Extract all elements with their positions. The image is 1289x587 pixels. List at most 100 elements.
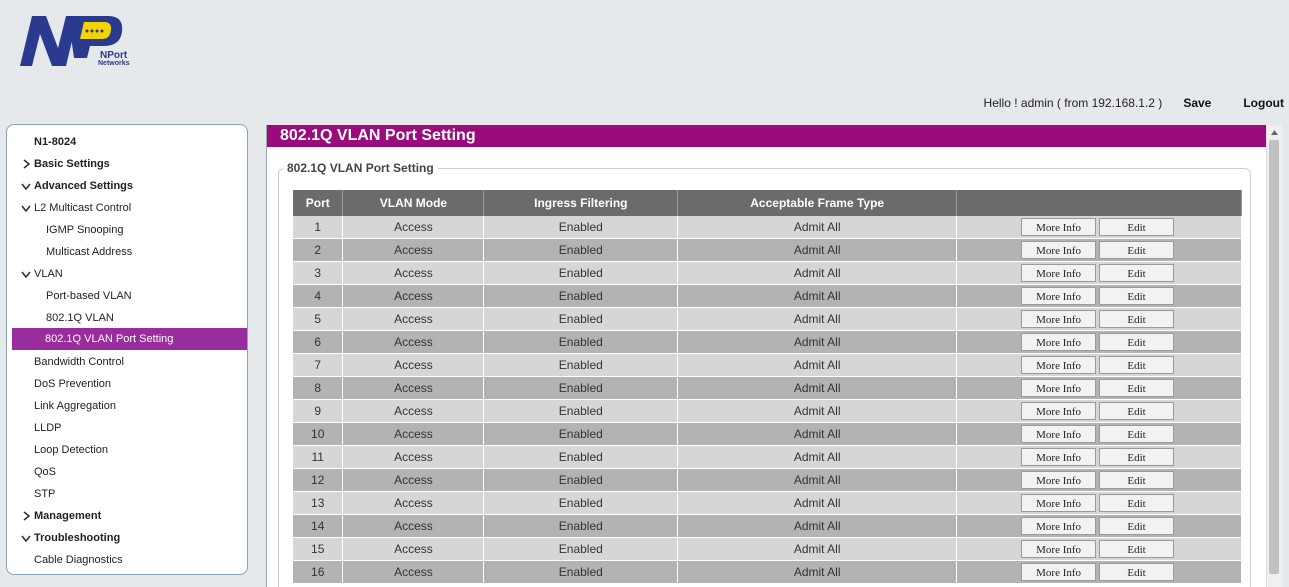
- sidebar-item-advanced-settings[interactable]: Advanced Settings: [12, 175, 247, 197]
- cell-acceptable-frame-type: Admit All: [677, 216, 958, 239]
- page-title: 802.1Q VLAN Port Setting: [267, 125, 1266, 147]
- more-info-button[interactable]: More Info: [1021, 310, 1097, 328]
- sidebar-item-management[interactable]: Management: [12, 505, 247, 527]
- edit-button[interactable]: Edit: [1099, 563, 1175, 581]
- more-info-button[interactable]: More Info: [1021, 402, 1097, 420]
- more-info-button[interactable]: More Info: [1021, 218, 1097, 236]
- col-header-port: Port: [293, 190, 344, 216]
- scroll-thumb[interactable]: [1269, 140, 1279, 574]
- edit-button[interactable]: Edit: [1099, 241, 1175, 259]
- cell-ingress-filtering: Enabled: [483, 537, 679, 561]
- sidebar-item-l2-multicast-control[interactable]: L2 Multicast Control: [12, 197, 247, 219]
- more-info-button[interactable]: More Info: [1021, 287, 1097, 305]
- vertical-scrollbar[interactable]: [1266, 125, 1282, 587]
- main-panel: 802.1Q VLAN Port Setting 802.1Q VLAN Por…: [266, 125, 1282, 587]
- more-info-button[interactable]: More Info: [1021, 448, 1097, 466]
- sidebar-item-igmp-snooping[interactable]: IGMP Snooping: [12, 219, 247, 241]
- sidebar-item-basic-settings[interactable]: Basic Settings: [12, 153, 247, 175]
- cell-ingress-filtering: Enabled: [483, 376, 679, 400]
- edit-button[interactable]: Edit: [1099, 264, 1175, 282]
- table-row: 6 Access Enabled Admit All More Info Edit: [293, 330, 1242, 354]
- edit-button[interactable]: Edit: [1099, 218, 1175, 236]
- sidebar-item-lldp[interactable]: LLDP: [12, 417, 247, 439]
- edit-button[interactable]: Edit: [1099, 540, 1175, 558]
- more-info-button[interactable]: More Info: [1021, 517, 1097, 535]
- edit-button[interactable]: Edit: [1099, 379, 1175, 397]
- more-info-button[interactable]: More Info: [1021, 356, 1097, 374]
- cell-vlan-mode: Access: [342, 422, 485, 446]
- edit-button[interactable]: Edit: [1099, 356, 1175, 374]
- cell-vlan-mode: Access: [342, 376, 485, 400]
- sidebar-item-troubleshooting[interactable]: Troubleshooting: [12, 527, 247, 549]
- sidebar-item-label: Multicast Address: [46, 246, 133, 258]
- table-row: 14 Access Enabled Admit All More Info Edit: [293, 514, 1242, 538]
- sidebar-item-802-1q-vlan[interactable]: 802.1Q VLAN: [12, 307, 247, 329]
- sidebar-item-link-aggregation[interactable]: Link Aggregation: [12, 395, 247, 417]
- table-row: 12 Access Enabled Admit All More Info Edit: [293, 468, 1242, 492]
- sidebar-item-label: QoS: [34, 466, 57, 478]
- sidebar-item-vlan[interactable]: VLAN: [12, 263, 247, 285]
- edit-button[interactable]: Edit: [1099, 310, 1175, 328]
- sidebar-item-cable-diagnostics[interactable]: Cable Diagnostics: [12, 549, 247, 571]
- more-info-button[interactable]: More Info: [1021, 471, 1097, 489]
- cell-vlan-mode: Access: [342, 284, 485, 308]
- cell-actions: More Info Edit: [956, 330, 1242, 354]
- sidebar-item-port-based-vlan[interactable]: Port-based VLAN: [12, 285, 247, 307]
- cell-port: 11: [293, 445, 344, 469]
- more-info-button[interactable]: More Info: [1021, 425, 1097, 443]
- cell-port: 8: [293, 376, 344, 400]
- sidebar-item-loop-detection[interactable]: Loop Detection: [12, 439, 247, 461]
- cell-actions: More Info Edit: [956, 445, 1242, 469]
- sidebar-item-dos-prevention[interactable]: DoS Prevention: [12, 373, 247, 395]
- sidebar-item-label: N1-8024: [34, 136, 77, 148]
- cell-vlan-mode: Access: [342, 537, 485, 561]
- sidebar-item-n1-8024[interactable]: N1-8024: [12, 131, 247, 153]
- cell-port: 4: [293, 284, 344, 308]
- cell-acceptable-frame-type: Admit All: [677, 560, 958, 584]
- more-info-button[interactable]: More Info: [1021, 563, 1097, 581]
- sidebar-item-802-1q-vlan-port-setting[interactable]: 802.1Q VLAN Port Setting: [12, 328, 247, 350]
- sidebar-item-bandwidth-control[interactable]: Bandwidth Control: [12, 351, 247, 373]
- cell-actions: More Info Edit: [956, 216, 1242, 239]
- edit-button[interactable]: Edit: [1099, 287, 1175, 305]
- sidebar-item-label: LLDP: [34, 422, 62, 434]
- sidebar-item-label: Port-based VLAN: [46, 290, 132, 302]
- user-greeting: Hello ! admin ( from 192.168.1.2 ): [983, 96, 1163, 110]
- cell-port: 14: [293, 514, 344, 538]
- more-info-button[interactable]: More Info: [1021, 333, 1097, 351]
- cell-actions: More Info Edit: [956, 537, 1242, 561]
- edit-button[interactable]: Edit: [1099, 471, 1175, 489]
- cell-ingress-filtering: Enabled: [483, 422, 679, 446]
- edit-button[interactable]: Edit: [1099, 333, 1175, 351]
- edit-button[interactable]: Edit: [1099, 425, 1175, 443]
- logout-link[interactable]: Logout: [1243, 96, 1284, 110]
- sidebar-item-qos[interactable]: QoS: [12, 461, 247, 483]
- cell-port: 7: [293, 353, 344, 377]
- more-info-button[interactable]: More Info: [1021, 264, 1097, 282]
- scroll-up-icon[interactable]: [1267, 125, 1282, 139]
- cell-actions: More Info Edit: [956, 261, 1242, 285]
- cell-vlan-mode: Access: [342, 216, 485, 239]
- sidebar-item-label: Management: [34, 510, 102, 522]
- more-info-button[interactable]: More Info: [1021, 241, 1097, 259]
- chevron-down-icon: [20, 263, 32, 285]
- sidebar-item-stp[interactable]: STP: [12, 483, 247, 505]
- col-header-acceptable-frame-type: Acceptable Frame Type: [677, 190, 958, 216]
- sidebar-item-multicast-address[interactable]: Multicast Address: [12, 241, 247, 263]
- cell-ingress-filtering: Enabled: [483, 307, 679, 331]
- more-info-button[interactable]: More Info: [1021, 379, 1097, 397]
- edit-button[interactable]: Edit: [1099, 494, 1175, 512]
- edit-button[interactable]: Edit: [1099, 517, 1175, 535]
- save-link[interactable]: Save: [1183, 96, 1211, 110]
- edit-button[interactable]: Edit: [1099, 402, 1175, 420]
- sidebar-item-label: IGMP Snooping: [46, 224, 124, 236]
- sidebar-item-label: VLAN: [34, 268, 63, 280]
- cell-vlan-mode: Access: [342, 514, 485, 538]
- table-row: 8 Access Enabled Admit All More Info Edit: [293, 376, 1242, 400]
- cell-acceptable-frame-type: Admit All: [677, 468, 958, 492]
- sidebar-item-label: 802.1Q VLAN: [46, 312, 114, 324]
- more-info-button[interactable]: More Info: [1021, 540, 1097, 558]
- more-info-button[interactable]: More Info: [1021, 494, 1097, 512]
- edit-button[interactable]: Edit: [1099, 448, 1175, 466]
- cell-ingress-filtering: Enabled: [483, 560, 679, 584]
